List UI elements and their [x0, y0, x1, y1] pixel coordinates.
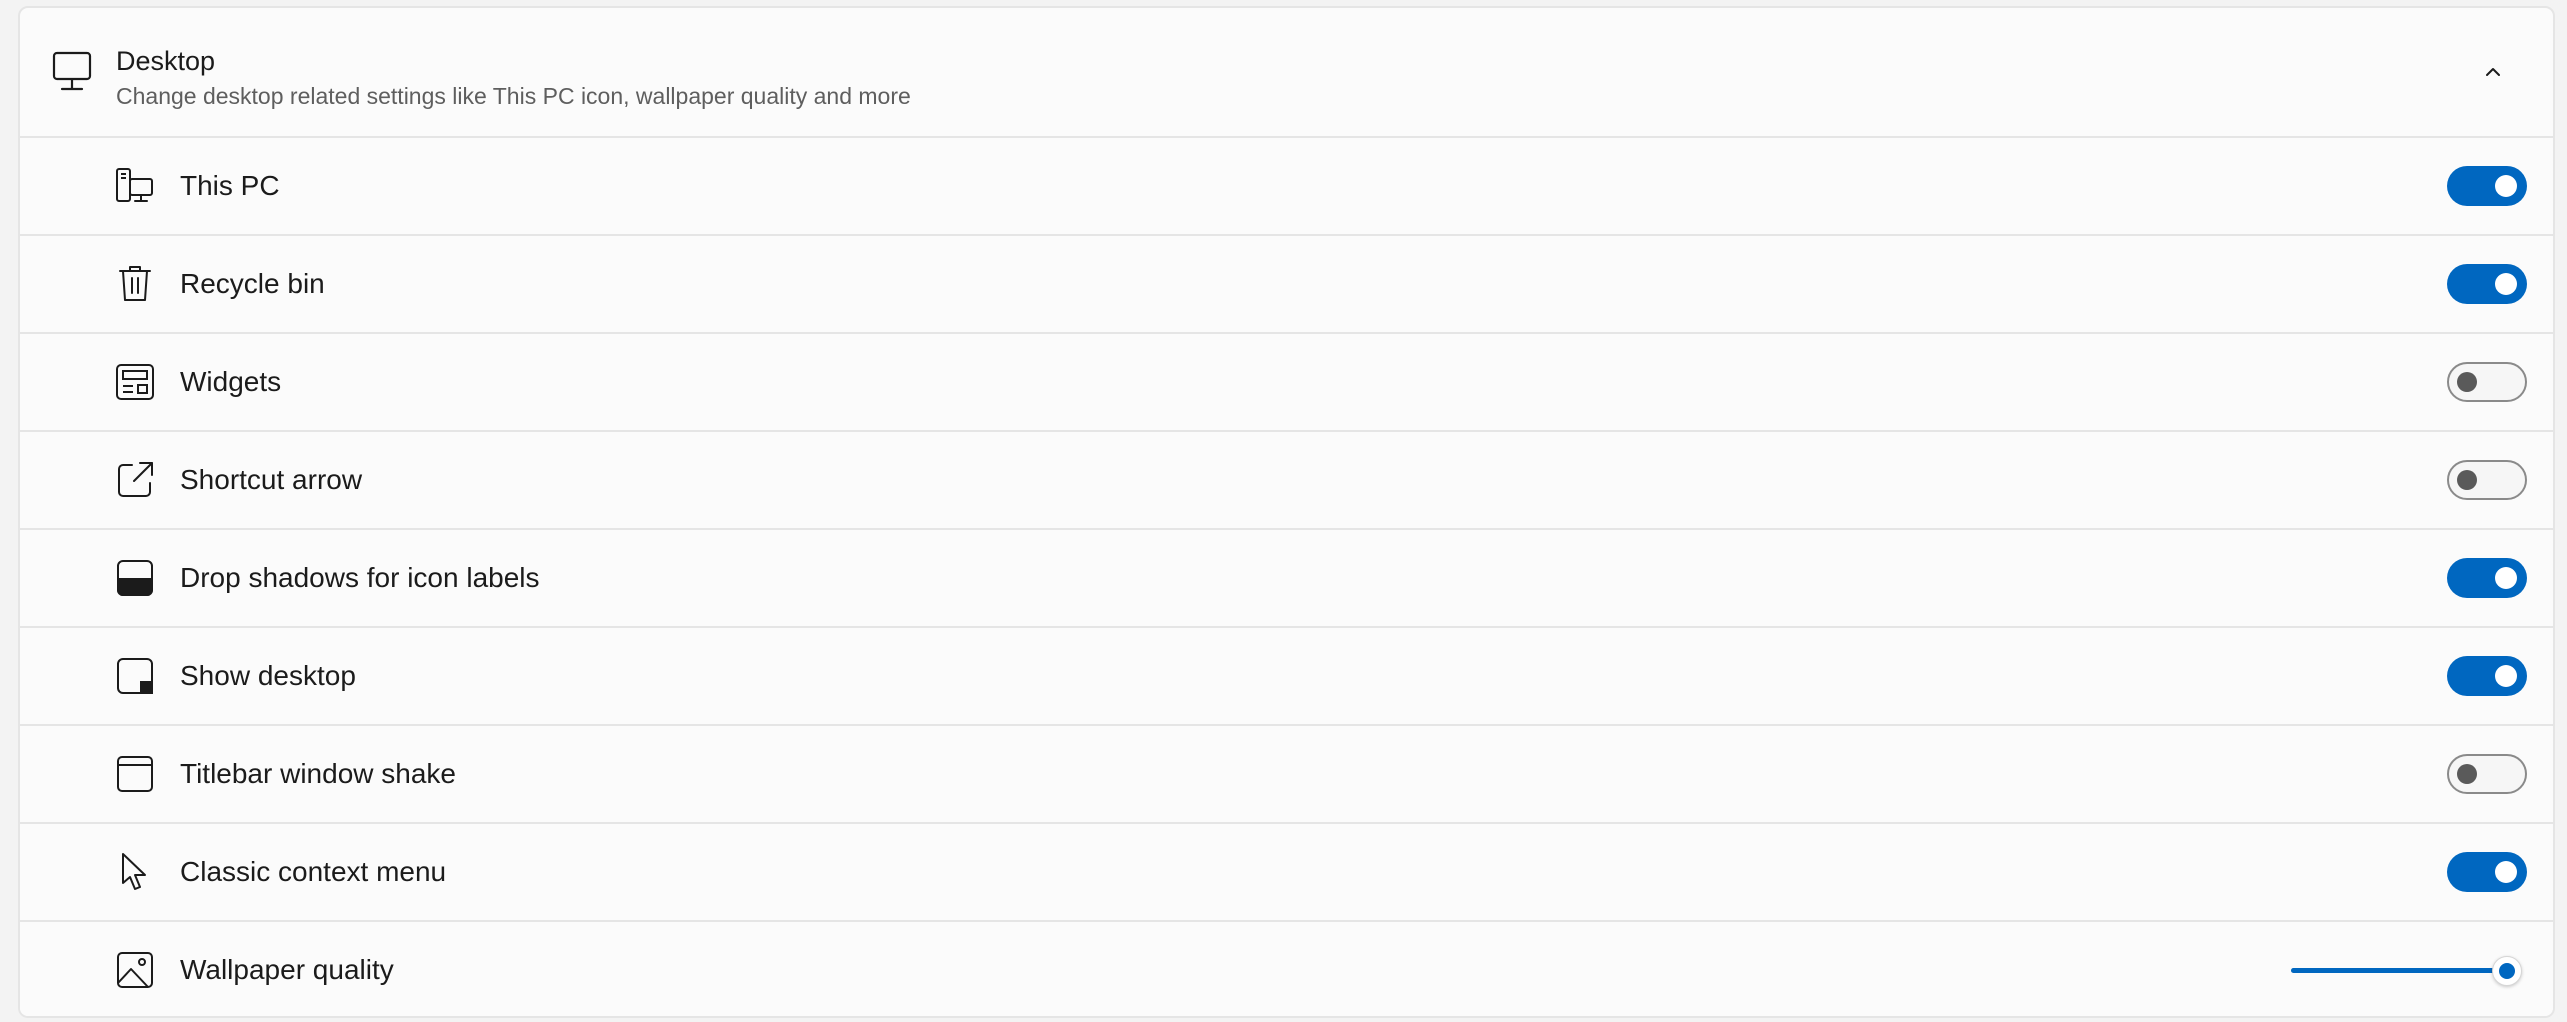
toggle-knob	[2457, 470, 2477, 490]
setting-row-titlebar-shake: Titlebar window shake	[20, 724, 2553, 822]
classic-context-menu-toggle[interactable]	[2447, 852, 2527, 892]
setting-row-shortcut-arrow: Shortcut arrow	[20, 430, 2553, 528]
slider-fill	[2291, 968, 2507, 973]
toggle-knob	[2495, 861, 2517, 883]
setting-label: Recycle bin	[180, 268, 325, 299]
setting-label: Titlebar window shake	[180, 758, 456, 789]
shortcut-arrow-toggle[interactable]	[2447, 460, 2527, 500]
toggle-knob	[2495, 567, 2517, 589]
recycle-bin-icon	[114, 263, 156, 305]
setting-label: Drop shadows for icon labels	[180, 562, 540, 593]
setting-label: Show desktop	[180, 660, 356, 691]
section-description: Change desktop related settings like Thi…	[116, 83, 911, 109]
this-pc-icon	[114, 165, 156, 207]
setting-row-classic-context-menu: Classic context menu	[20, 822, 2553, 920]
slider-thumb[interactable]	[2492, 956, 2522, 986]
titlebar-window-icon	[114, 753, 156, 795]
toggle-knob	[2457, 764, 2477, 784]
setting-label: Classic context menu	[180, 856, 447, 887]
image-icon	[114, 949, 156, 991]
desktop-section-header[interactable]: Desktop Change desktop related settings …	[20, 8, 2553, 136]
drop-shadow-icon	[114, 557, 156, 599]
setting-row-widgets: Widgets	[20, 332, 2553, 430]
toggle-knob	[2457, 372, 2477, 392]
section-title: Desktop	[116, 46, 216, 76]
recycle-bin-toggle[interactable]	[2447, 264, 2527, 304]
desktop-settings-panel: Desktop Change desktop related settings …	[18, 6, 2555, 1018]
show-desktop-toggle[interactable]	[2447, 656, 2527, 696]
slider-track[interactable]	[2291, 968, 2507, 973]
setting-row-show-desktop: Show desktop	[20, 626, 2553, 724]
this-pc-toggle[interactable]	[2447, 166, 2527, 206]
shortcut-arrow-icon	[114, 459, 156, 501]
setting-label: This PC	[180, 170, 280, 201]
show-desktop-icon	[114, 655, 156, 697]
toggle-knob	[2495, 175, 2517, 197]
setting-label: Wallpaper quality	[180, 954, 394, 985]
chevron-up-icon[interactable]	[2481, 60, 2505, 84]
toggle-knob	[2495, 665, 2517, 687]
widgets-toggle[interactable]	[2447, 362, 2527, 402]
setting-label: Shortcut arrow	[180, 464, 363, 495]
cursor-icon	[114, 851, 156, 893]
setting-row-recycle-bin: Recycle bin	[20, 234, 2553, 332]
titlebar-shake-toggle[interactable]	[2447, 754, 2527, 794]
setting-row-drop-shadows: Drop shadows for icon labels	[20, 528, 2553, 626]
setting-row-wallpaper-quality: Wallpaper quality	[20, 920, 2553, 1016]
drop-shadows-toggle[interactable]	[2447, 558, 2527, 598]
toggle-knob	[2495, 273, 2517, 295]
wallpaper-quality-slider[interactable]	[2277, 950, 2527, 990]
widgets-icon	[114, 361, 156, 403]
setting-label: Widgets	[180, 366, 282, 397]
setting-row-this-pc: This PC	[20, 136, 2553, 234]
monitor-icon	[52, 50, 92, 94]
